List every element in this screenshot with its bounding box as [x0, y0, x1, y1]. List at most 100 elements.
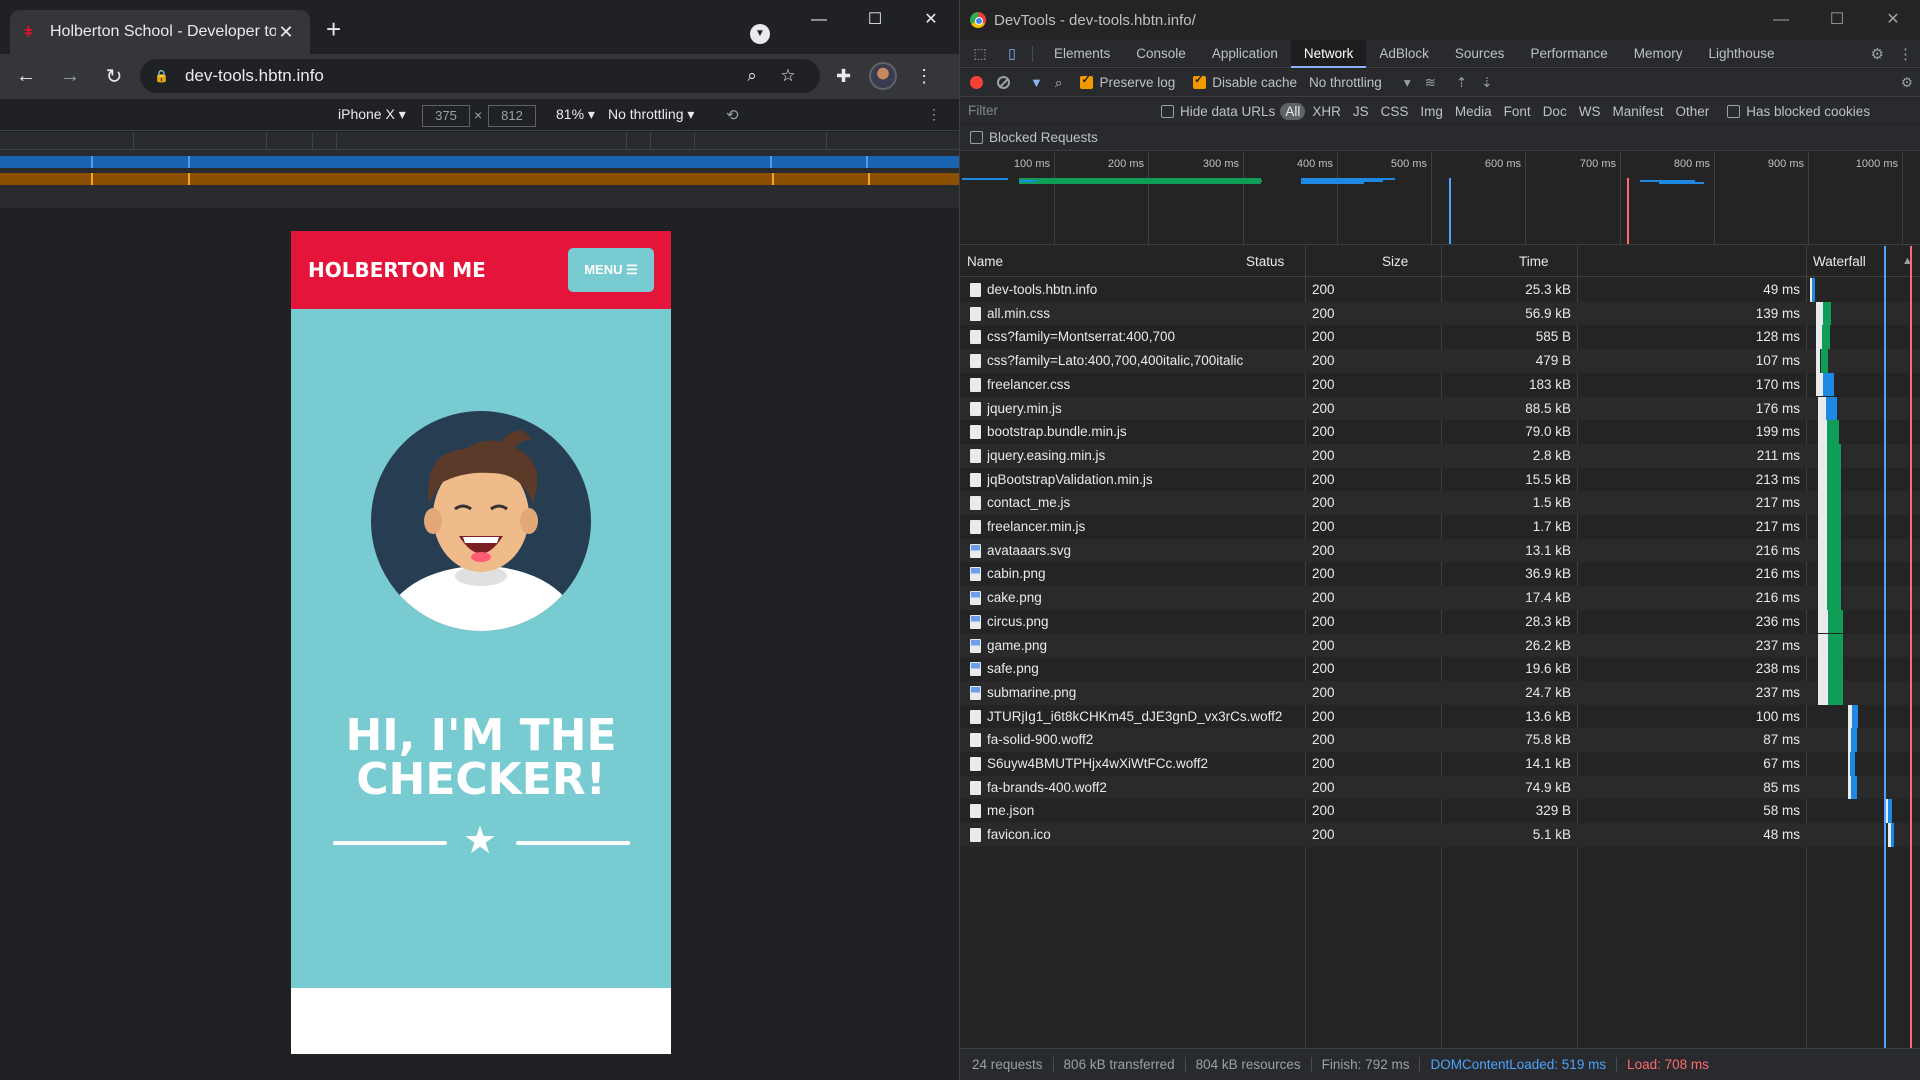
browser-tab[interactable]: ǂ Holberton School - Developer to ✕: [10, 10, 310, 54]
site-menu-button[interactable]: MENU ☰: [568, 248, 654, 292]
col-waterfall-header[interactable]: Waterfall: [1806, 246, 1886, 277]
col-size-header[interactable]: Size: [1375, 246, 1512, 277]
zoom-icon[interactable]: ⌕: [734, 66, 770, 86]
filter-type-other[interactable]: Other: [1670, 103, 1714, 120]
table-row[interactable]: dev-tools.hbtn.info 200 25.3 kB 49 ms: [960, 278, 1920, 302]
tab-sources[interactable]: Sources: [1442, 40, 1518, 68]
hide-data-urls-box[interactable]: [1161, 104, 1174, 118]
disable-cache-check-icon[interactable]: [1193, 73, 1207, 89]
export-har-icon[interactable]: ⇣: [1481, 75, 1492, 91]
tab-search-icon[interactable]: ▼: [750, 24, 770, 44]
dt-close-button[interactable]: ✕: [1865, 0, 1920, 40]
filter-type-js[interactable]: JS: [1348, 103, 1374, 120]
maximize-button[interactable]: ☐: [847, 0, 903, 40]
table-row[interactable]: css?family=Montserrat:400,700 200 585 B 128…: [960, 325, 1920, 350]
table-row[interactable]: cake.png 200 17.4 kB 216 ms: [960, 586, 1920, 610]
filter-input[interactable]: Filter: [964, 101, 1149, 121]
filter-funnel-icon[interactable]: ▼: [1030, 75, 1043, 90]
network-settings-icon[interactable]: ⚙: [1901, 75, 1913, 91]
tab-console[interactable]: Console: [1123, 40, 1199, 68]
disable-cache-checkbox[interactable]: Disable cache: [1193, 73, 1297, 90]
table-row[interactable]: game.png 200 26.2 kB 237 ms: [960, 633, 1920, 658]
filter-type-css[interactable]: CSS: [1376, 103, 1414, 120]
filter-type-doc[interactable]: Doc: [1538, 103, 1572, 120]
max-width-query-bar[interactable]: [0, 156, 959, 168]
zoom-select[interactable]: 81% ▾: [556, 106, 595, 123]
hide-data-urls-checkbox[interactable]: Hide data URLs: [1161, 104, 1275, 119]
col-name-header[interactable]: Name: [960, 246, 1239, 277]
dropdown-arrow-icon[interactable]: ▾: [1404, 75, 1411, 91]
filter-type-manifest[interactable]: Manifest: [1607, 103, 1668, 120]
tab-elements[interactable]: Elements: [1041, 40, 1123, 68]
table-row[interactable]: contact_me.js 200 1.5 kB 217 ms: [960, 491, 1920, 515]
throttling-select[interactable]: No throttling ▾: [608, 106, 694, 123]
url-text[interactable]: dev-tools.hbtn.info: [185, 66, 734, 86]
table-row[interactable]: bootstrap.bundle.min.js 200 79.0 kB 199 ms: [960, 420, 1920, 444]
device-more-icon[interactable]: ⋮: [927, 106, 941, 123]
table-row[interactable]: me.json 200 329 B 58 ms: [960, 799, 1920, 824]
has-blocked-cookies-checkbox[interactable]: Has blocked cookies: [1727, 104, 1870, 119]
dt-maximize-button[interactable]: ☐: [1809, 0, 1865, 40]
record-button[interactable]: [970, 76, 983, 89]
site-brand[interactable]: HOLBERTON ME: [308, 258, 486, 282]
tab-close-icon[interactable]: ✕: [276, 22, 296, 43]
network-conditions-icon[interactable]: ≋: [1425, 75, 1436, 91]
table-row[interactable]: fa-brands-400.woff2 200 74.9 kB 85 ms: [960, 775, 1920, 800]
search-icon[interactable]: ⌕: [1055, 75, 1063, 91]
lock-icon[interactable]: 🔒: [154, 69, 169, 83]
inspect-element-icon[interactable]: ⬚: [968, 45, 992, 62]
forward-button[interactable]: →: [52, 65, 88, 88]
preserve-log-checkbox[interactable]: Preserve log: [1080, 73, 1175, 90]
extensions-icon[interactable]: ✚: [836, 66, 851, 87]
table-row[interactable]: fa-solid-900.woff2 200 75.8 kB 87 ms: [960, 728, 1920, 752]
settings-gear-icon[interactable]: ⚙: [1871, 45, 1884, 63]
blocked-cookies-box[interactable]: [1727, 104, 1741, 118]
device-toggle-icon[interactable]: ▯: [1000, 45, 1024, 62]
devtools-menu-icon[interactable]: ⋮: [1898, 45, 1913, 63]
reload-button[interactable]: ↻: [96, 64, 132, 89]
new-tab-button[interactable]: +: [326, 14, 341, 45]
network-throttling-label[interactable]: No throttling: [1309, 75, 1382, 90]
filter-type-img[interactable]: Img: [1415, 103, 1448, 120]
table-row[interactable]: JTURjIg1_i6t8kCHKm45_dJE3gnD_vx3rCs.woff…: [960, 704, 1920, 729]
browser-menu-icon[interactable]: ⋮: [915, 66, 933, 87]
bookmark-star-icon[interactable]: ☆: [770, 66, 806, 86]
tab-adblock[interactable]: AdBlock: [1366, 40, 1442, 68]
network-overview-timeline[interactable]: 100 ms 200 ms 300 ms 400 ms 500 ms 600 ms 700 …: [960, 152, 1920, 245]
table-row[interactable]: safe.png 200 19.6 kB 238 ms: [960, 657, 1920, 681]
table-row[interactable]: freelancer.css 200 183 kB 170 ms: [960, 372, 1920, 397]
filter-type-ws[interactable]: WS: [1574, 103, 1606, 120]
tab-application[interactable]: Application: [1199, 40, 1291, 68]
tab-performance[interactable]: Performance: [1517, 40, 1620, 68]
min-width-query-bar[interactable]: [0, 173, 959, 185]
table-row[interactable]: cabin.png 200 36.9 kB 216 ms: [960, 562, 1920, 587]
tab-memory[interactable]: Memory: [1621, 40, 1696, 68]
filter-type-font[interactable]: Font: [1499, 103, 1536, 120]
table-row[interactable]: jquery.easing.min.js 200 2.8 kB 211 ms: [960, 443, 1920, 468]
table-row[interactable]: jqBootstrapValidation.min.js 200 15.5 kB 21…: [960, 467, 1920, 492]
tab-network[interactable]: Network: [1290, 39, 1367, 68]
table-row[interactable]: jquery.min.js 200 88.5 kB 176 ms: [960, 396, 1920, 421]
device-width-input[interactable]: 375: [422, 105, 470, 127]
preserve-log-check-icon[interactable]: [1080, 73, 1094, 89]
tab-lighthouse[interactable]: Lighthouse: [1696, 40, 1788, 68]
dt-minimize-button[interactable]: —: [1753, 0, 1809, 40]
table-row[interactable]: freelancer.min.js 200 1.7 kB 217 ms: [960, 515, 1920, 539]
filter-type-all[interactable]: All: [1280, 102, 1306, 120]
filter-type-xhr[interactable]: XHR: [1307, 103, 1346, 120]
minimize-button[interactable]: —: [791, 0, 847, 40]
table-row[interactable]: all.min.css 200 56.9 kB 139 ms: [960, 301, 1920, 326]
profile-avatar[interactable]: [869, 62, 898, 90]
table-row[interactable]: favicon.ico 200 5.1 kB 48 ms: [960, 823, 1920, 847]
network-throttling-select[interactable]: No throttling ▾: [1309, 75, 1411, 91]
col-time-header[interactable]: Time: [1512, 246, 1742, 277]
clear-button[interactable]: [997, 76, 1010, 89]
device-select[interactable]: iPhone X ▾: [338, 106, 406, 123]
rotate-icon[interactable]: ⟲: [726, 106, 739, 124]
blocked-requests-box[interactable]: [970, 131, 983, 144]
table-row[interactable]: avataaars.svg 200 13.1 kB 216 ms: [960, 538, 1920, 563]
address-bar[interactable]: 🔒 dev-tools.hbtn.info ⌕ ☆: [140, 59, 820, 93]
table-row[interactable]: S6uyw4BMUTPHjx4wXiWtFCc.woff2 200 14.1 kB 6…: [960, 752, 1920, 776]
table-row[interactable]: circus.png 200 28.3 kB 236 ms: [960, 609, 1920, 634]
import-har-icon[interactable]: ⇡: [1456, 75, 1467, 91]
